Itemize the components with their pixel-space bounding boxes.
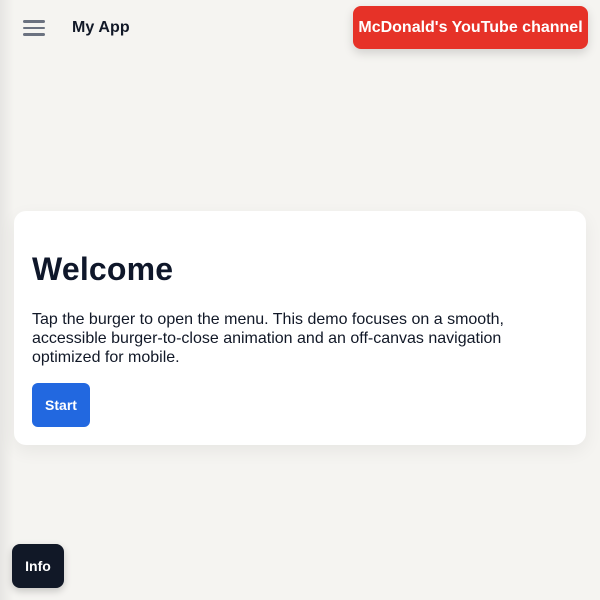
burger-line-top [23, 20, 45, 23]
welcome-description: Tap the burger to open the menu. This de… [32, 311, 504, 366]
burger-line-middle [23, 26, 45, 29]
app-title: My App [72, 19, 130, 36]
start-button[interactable]: Start [32, 383, 90, 427]
burger-line-bottom [23, 33, 45, 36]
welcome-card: Welcome Tap the burger to open the menu.… [14, 211, 586, 445]
info-button[interactable]: Info [12, 544, 64, 588]
app-header: My App McDonald's YouTube channel [0, 0, 600, 56]
hamburger-menu-icon[interactable] [18, 14, 50, 42]
youtube-channel-button[interactable]: McDonald's YouTube channel [353, 6, 588, 49]
edge-shadow [0, 0, 14, 600]
welcome-title: Welcome [32, 251, 174, 287]
